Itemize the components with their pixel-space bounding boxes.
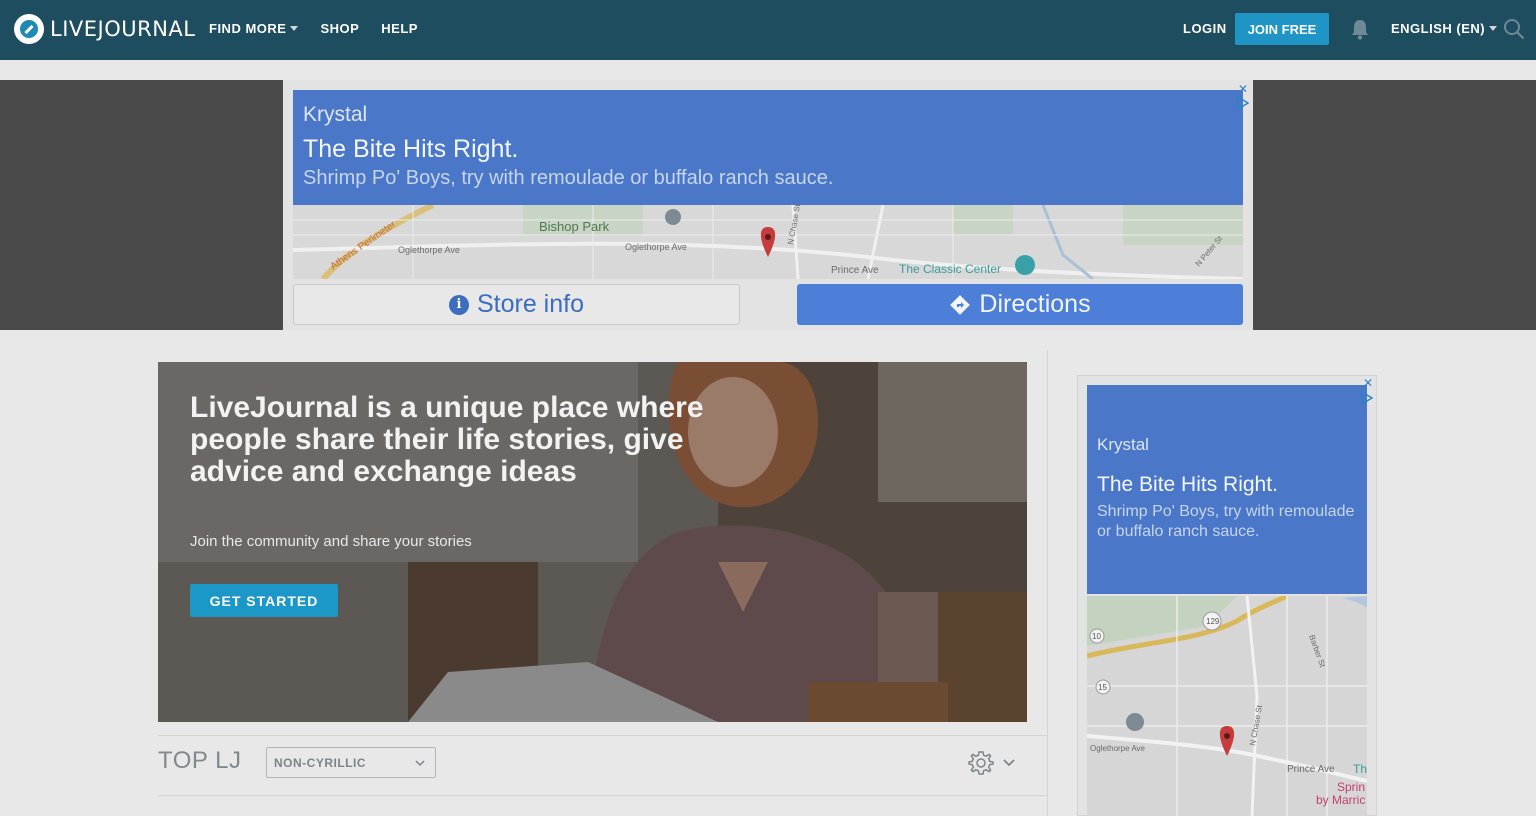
- get-started-button[interactable]: GET STARTED: [190, 584, 338, 617]
- nav-find-more-label: FIND MORE: [209, 21, 287, 36]
- cyrillic-filter-select[interactable]: NON-CYRILLIC: [266, 747, 436, 778]
- store-info-label: Store info: [476, 290, 584, 318]
- gear-icon[interactable]: [967, 749, 995, 777]
- map-route-10: 10: [1092, 632, 1101, 641]
- nav-shop[interactable]: SHOP: [320, 21, 359, 36]
- top-lj-title: TOP LJ: [158, 747, 242, 774]
- map-label-oglethorpe-1: Oglethorpe Ave: [398, 245, 460, 255]
- map-label-prince: Prince Ave: [831, 265, 879, 276]
- map-route-129: 129: [1206, 617, 1220, 626]
- map-label-th: Th: [1353, 762, 1367, 776]
- banner-ad-subtext: Shrimp Po' Boys, try with remoulade or b…: [303, 167, 834, 189]
- map-label-classic-center: The Classic Center: [899, 262, 1001, 276]
- chevron-down-icon: [415, 760, 425, 767]
- search-icon[interactable]: [1503, 18, 1525, 40]
- map-pin-gray-icon: [665, 209, 681, 225]
- side-ad-headline: The Bite Hits Right.: [1097, 473, 1278, 496]
- ad-choices-icon[interactable]: [1237, 96, 1249, 110]
- hero-title: LiveJournal is a unique place where peop…: [190, 391, 704, 488]
- directions-icon: [950, 294, 971, 315]
- map-pin-teal-icon: [1015, 255, 1035, 275]
- map-label-bishop-park: Bishop Park: [539, 219, 610, 234]
- logo-text: LIVEJOURNAL: [50, 17, 196, 41]
- bell-icon[interactable]: [1350, 18, 1370, 40]
- banner-ad-map[interactable]: Athens Perimeter Oglethorpe Ave Bishop P…: [293, 205, 1243, 279]
- map-label-spring: Sprin: [1337, 780, 1365, 794]
- livejournal-logo[interactable]: LIVEJOURNAL: [14, 14, 196, 44]
- section-divider: [158, 735, 1047, 736]
- side-ad-map[interactable]: 129 10 15 Barber St Oglethorpe Ave N Cha…: [1087, 596, 1367, 816]
- map-pin-gray-icon: [1126, 713, 1144, 731]
- caret-down-icon: [1489, 26, 1498, 31]
- map-label-oglethorpe: Oglethorpe Ave: [1090, 744, 1146, 753]
- map-label-prince: Prince Ave: [1287, 764, 1335, 775]
- ad-choices-icon[interactable]: [1361, 391, 1373, 405]
- side-ad-subtext: Shrimp Po' Boys, try with remoulade or b…: [1097, 503, 1355, 540]
- ad-close-icon[interactable]: ✕: [1363, 376, 1373, 390]
- banner-ad-brand: Krystal: [303, 103, 368, 126]
- chevron-down-icon[interactable]: [1003, 758, 1015, 768]
- nav-find-more[interactable]: FIND MORE: [209, 21, 299, 36]
- hero-subtitle: Join the community and share your storie…: [190, 533, 472, 550]
- map-label-by-marri: by Marric: [1316, 793, 1365, 807]
- store-info-button[interactable]: i Store info: [293, 284, 740, 325]
- map-route-15: 15: [1098, 683, 1107, 692]
- main-nav: FIND MORE SHOP HELP: [209, 21, 418, 36]
- login-link[interactable]: LOGIN: [1183, 21, 1227, 36]
- nav-help[interactable]: HELP: [381, 21, 418, 36]
- directions-label: Directions: [979, 290, 1091, 318]
- join-free-button[interactable]: JOIN FREE: [1235, 13, 1329, 45]
- map-label-oglethorpe-2: Oglethorpe Ave: [625, 242, 687, 252]
- directions-button[interactable]: Directions: [797, 284, 1243, 325]
- caret-down-icon: [290, 26, 299, 31]
- info-icon: i: [448, 294, 469, 315]
- ad-close-icon[interactable]: ✕: [1238, 82, 1248, 96]
- filter-select-value: NON-CYRILLIC: [274, 755, 366, 770]
- banner-ad-headline: The Bite Hits Right.: [303, 135, 519, 163]
- column-divider: [1047, 350, 1048, 816]
- side-ad-brand: Krystal: [1097, 435, 1149, 454]
- language-selector[interactable]: ENGLISH (EN): [1391, 21, 1498, 36]
- section-divider: [158, 795, 1047, 796]
- top-header: LIVEJOURNAL FIND MORE SHOP HELP LOGIN JO…: [0, 0, 1536, 60]
- language-label: ENGLISH (EN): [1391, 21, 1486, 36]
- logo-icon: [14, 14, 44, 44]
